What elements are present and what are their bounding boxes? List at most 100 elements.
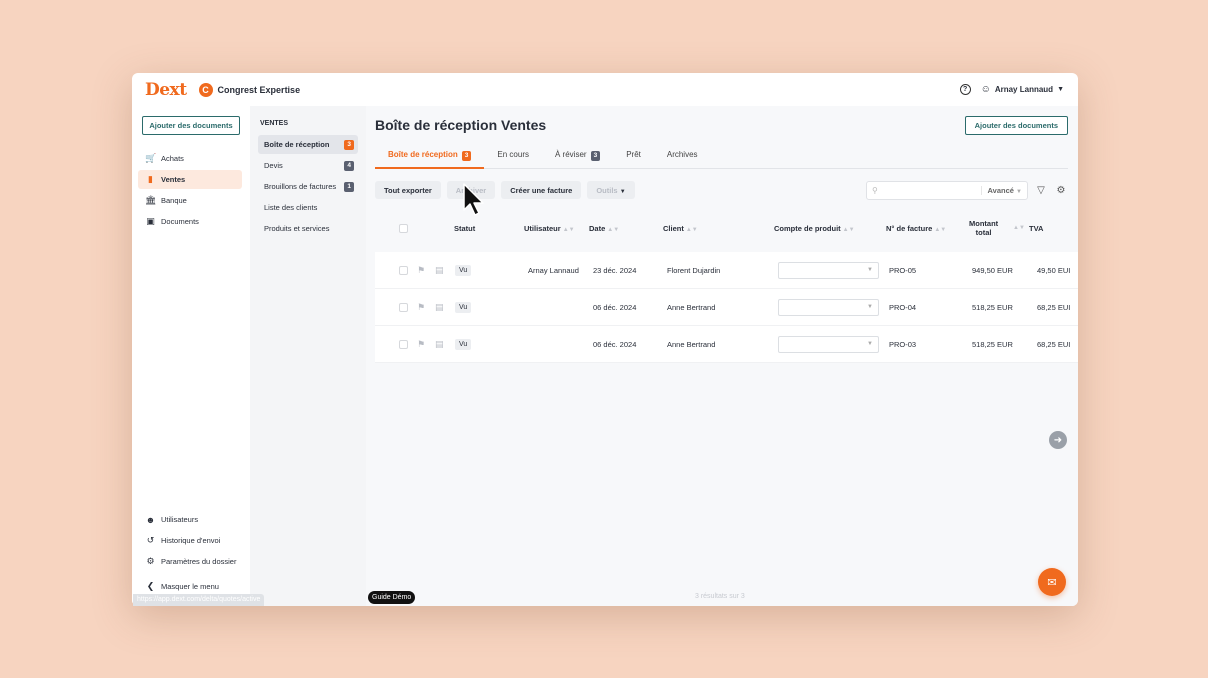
tab-pret[interactable]: Prêt [613, 145, 654, 169]
add-documents-header-button[interactable]: Ajouter des documents [964, 116, 1068, 135]
advanced-search-dropdown[interactable]: Avancé ▼ [980, 185, 1022, 195]
count-badge: 3 [344, 139, 354, 150]
sidebar-item-label: Historique d'envoi [161, 536, 221, 545]
sidebar-item-label: Banque [161, 196, 187, 205]
image-icon[interactable]: ▤ [435, 302, 444, 313]
sidebar-item-parametres[interactable]: ⚙ Paramètres du dossier [138, 552, 242, 571]
subnav-item-devis[interactable]: Devis 4 [258, 156, 358, 175]
sidebar-item-documents[interactable]: ▣ Documents [138, 212, 242, 231]
tab-label: Prêt [626, 150, 641, 159]
user-name: Arnay Lannaud [994, 85, 1054, 94]
account-select[interactable]: ▼ [778, 335, 879, 353]
main-content: Boîte de réception Ventes Ajouter des do… [366, 106, 1078, 606]
cart-icon: 🛒 [145, 153, 157, 163]
gear-icon: ⚙ [146, 556, 155, 566]
arrow-right-circle-icon[interactable]: ➜ [1049, 431, 1067, 449]
sort-icon: ▲▼ [607, 226, 620, 233]
tab-archives[interactable]: Archives [654, 145, 711, 169]
cell-client: Anne Bertrand [667, 339, 716, 349]
gear-icon[interactable]: ⚙ [1054, 185, 1068, 196]
sidebar-item-achats[interactable]: 🛒 Achats [138, 149, 242, 168]
chat-icon[interactable]: ✉ [1038, 568, 1066, 596]
sidebar-item-historique[interactable]: ↺ Historique d'envoi [138, 531, 242, 550]
col-account[interactable]: Compte de produit ▲▼ [774, 224, 855, 233]
col-client[interactable]: Client ▲▼ [663, 224, 698, 233]
sidebar-item-banque[interactable]: 🏛 Banque [138, 191, 242, 210]
subnav-item-label: Produits et services [264, 224, 330, 233]
cell-amount: 518,25 EUR [972, 302, 1013, 312]
subnav-item-inbox[interactable]: Boîte de réception 3 [258, 135, 358, 154]
account-select[interactable]: ▼ [778, 298, 879, 316]
collapse-menu-label: Masquer le menu [161, 582, 219, 591]
question-circle-icon[interactable]: ? [959, 84, 971, 95]
guide-demo-badge[interactable]: Guide Démo [368, 591, 416, 604]
create-invoice-button[interactable]: Créer une facture [501, 181, 582, 199]
col-amount[interactable]: Montant total [969, 219, 998, 237]
history-icon: ↺ [146, 535, 155, 545]
top-bar: Dext C Congrest Expertise ? ☺ Arnay Lann… [132, 73, 1078, 106]
subnav-item-label: Liste des clients [264, 203, 318, 212]
col-invoice[interactable]: N° de facture ▲▼ [886, 224, 946, 233]
status-badge: Vu [455, 338, 472, 350]
subnav-title: VENTES [260, 120, 289, 127]
image-icon[interactable]: ▤ [435, 339, 444, 350]
sidebar-item-ventes[interactable]: ▮ Ventes [138, 170, 242, 189]
flag-icon[interactable]: ⚑ [417, 265, 425, 276]
dext-logo[interactable]: Dext [145, 80, 187, 100]
col-date[interactable]: Date ▲▼ [589, 224, 619, 233]
subnav-item-label: Boîte de réception [264, 140, 330, 149]
status-badge: Vu [455, 264, 472, 276]
add-documents-button[interactable]: Ajouter des documents [142, 116, 240, 135]
subnav-item-label: Brouillons de factures [264, 182, 337, 191]
cell-vat: 68,25 EUI [1037, 339, 1071, 349]
subnav-item-label: Devis [264, 161, 283, 170]
users-icon: ☻ [145, 514, 156, 525]
org-avatar[interactable]: C [198, 82, 213, 97]
cell-invoice: PRO-05 [889, 265, 917, 275]
col-date-label: Date [589, 223, 606, 233]
flag-icon[interactable]: ⚑ [417, 302, 425, 313]
subnav-item-brouillons[interactable]: Brouillons de factures 1 [258, 177, 358, 196]
cell-date: 23 déc. 2024 [593, 265, 637, 275]
sort-icon[interactable]: ▲▼ [1013, 225, 1025, 231]
tab-a-reviser[interactable]: À réviser 3 [542, 145, 613, 169]
account-select[interactable]: ▼ [778, 261, 879, 279]
sidebar-item-utilisateurs[interactable]: ☻ Utilisateurs [138, 510, 242, 529]
invoice-table: Statut Utilisateur ▲▼ Date ▲▼ Client ▲▼ Com… [375, 212, 1078, 363]
tab-label: Archives [666, 150, 698, 159]
chevron-down-icon: ▼ [867, 303, 873, 310]
count-badge: 1 [344, 181, 354, 192]
export-all-button[interactable]: Tout exporter [375, 181, 441, 199]
user-menu[interactable]: ☺ Arnay Lannaud ▼ [981, 84, 1064, 95]
search-box[interactable]: ⚲ Avancé ▼ [866, 180, 1028, 200]
tab-en-cours[interactable]: En cours [484, 145, 542, 169]
tab-label: À réviser [555, 150, 587, 159]
tab-inbox[interactable]: Boîte de réception 3 [375, 145, 485, 169]
col-user[interactable]: Utilisateur ▲▼ [524, 224, 575, 233]
subnav-item-produits[interactable]: Produits et services [258, 219, 358, 238]
chevron-left-circle-icon: ❮ [146, 581, 155, 591]
flag-icon[interactable]: ⚑ [417, 339, 425, 350]
table-row[interactable]: ⚑ ▤ Vu Arnay Lannaud 23 déc. 2024 Floren… [375, 252, 1078, 289]
filter-icon[interactable]: ▽ [1034, 185, 1048, 196]
sidebar-item-label: Utilisateurs [161, 515, 199, 524]
count-badge: 3 [590, 151, 601, 161]
col-invoice-label: N° de facture [886, 223, 933, 233]
image-icon[interactable]: ▤ [435, 265, 444, 276]
user-icon: ☺ [980, 84, 991, 95]
table-row[interactable]: ⚑ ▤ Vu 06 déc. 2024 Anne Bertrand ▼ PRO-… [375, 289, 1078, 326]
sidebar-item-label: Achats [161, 154, 184, 163]
top-right-actions: ? ☺ Arnay Lannaud ▼ [959, 73, 1064, 106]
org-name[interactable]: Congrest Expertise [218, 85, 301, 95]
tools-dropdown[interactable]: Outils ▼ [587, 181, 635, 199]
table-row[interactable]: ⚑ ▤ Vu 06 déc. 2024 Anne Bertrand ▼ PRO-… [375, 326, 1078, 363]
col-user-label: Utilisateur [524, 223, 561, 233]
select-all-checkbox[interactable] [399, 223, 408, 233]
main-nav: 🛒 Achats ▮ Ventes 🏛 Banque ▣ Documents [138, 149, 242, 233]
row-checkbox[interactable] [399, 302, 408, 312]
col-client-label: Client [663, 223, 684, 233]
row-checkbox[interactable] [399, 265, 408, 275]
bottom-nav: ☻ Utilisateurs ↺ Historique d'envoi ⚙ Pa… [138, 510, 242, 598]
row-checkbox[interactable] [399, 339, 408, 349]
subnav-item-clients[interactable]: Liste des clients [258, 198, 358, 217]
